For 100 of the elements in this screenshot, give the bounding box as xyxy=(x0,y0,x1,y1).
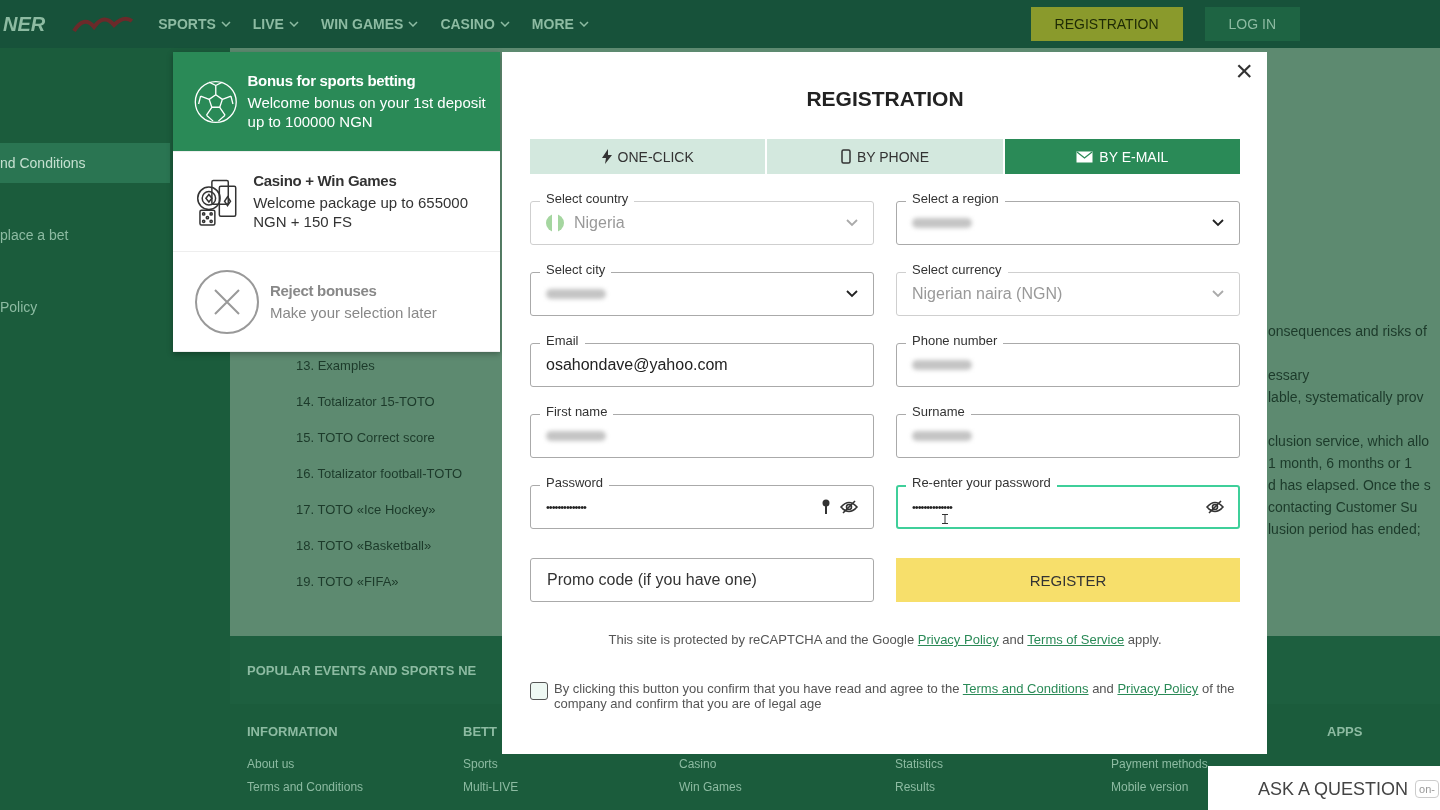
chevron-down-icon xyxy=(288,21,299,27)
chevron-down-icon[interactable] xyxy=(846,290,858,298)
rules-list-item[interactable]: 15. TOTO Correct score xyxy=(296,430,435,445)
field-label: Select city xyxy=(540,262,612,277)
bonus-description: Welcome bonus on your 1st deposit up to 100000 NGN xyxy=(247,93,487,131)
eye-slash-icon[interactable] xyxy=(840,500,858,514)
footer-link[interactable]: Payment methods xyxy=(1111,757,1208,771)
field-label: Select a region xyxy=(906,191,1005,206)
dialog-title: REGISTRATION xyxy=(805,86,965,112)
field-value: osahondave@yahoo.com xyxy=(546,356,728,374)
bonus-description: Make your selection later xyxy=(270,302,437,322)
blurred-value xyxy=(546,431,606,441)
field-value: •••••••••••••• xyxy=(912,501,952,513)
rules-text-line: clusion service, which allo xyxy=(1268,433,1430,449)
form-field[interactable]: Phone number xyxy=(896,333,1240,387)
field-label: Select country xyxy=(540,191,635,206)
rules-text-line: essary xyxy=(1268,367,1310,383)
rules-text-line: lable, systematically prov xyxy=(1268,389,1424,405)
footer-link[interactable]: Win Games xyxy=(679,780,742,794)
blurred-value xyxy=(912,431,972,441)
footer-link[interactable]: Results xyxy=(895,780,935,794)
terms-link[interactable]: Privacy Policy xyxy=(1117,681,1199,696)
chevron-down-icon xyxy=(220,21,231,27)
rules-list-item[interactable]: 19. TOTO «FIFA» xyxy=(296,574,399,589)
blurred-value xyxy=(912,360,972,370)
status-field: on- xyxy=(1415,780,1439,798)
form-field[interactable]: Surname xyxy=(896,404,1240,458)
close-circle-icon xyxy=(194,268,260,335)
field-label: First name xyxy=(540,404,614,419)
rules-text-line: 1 month, 6 months or 1 xyxy=(1268,455,1412,471)
footer-link[interactable]: Casino xyxy=(679,757,717,771)
phone-icon xyxy=(840,149,851,164)
agree-text: By clicking this button you confirm that you have read and agree to the Terms and Conditions and Privacy Policy of the company and confirm that you are of legal age xyxy=(554,681,1236,711)
sidebar-item[interactable]: nd Conditions xyxy=(0,143,170,183)
flag-icon xyxy=(546,214,564,232)
popular-events-heading: POPULAR EVENTS AND SPORTS NE xyxy=(247,662,477,678)
sidebar-item[interactable]: place a bet xyxy=(0,215,170,255)
form-field[interactable]: Password •••••••••••••• xyxy=(530,475,874,529)
registration-button[interactable]: REGISTRATION xyxy=(1030,7,1183,41)
footer-link[interactable]: Mobile version xyxy=(1111,780,1189,794)
blurred-value xyxy=(546,289,606,299)
footer-heading: INFORMATION xyxy=(247,724,338,739)
terms-link[interactable]: Terms and Conditions xyxy=(962,681,1089,696)
register-button[interactable]: REGISTER xyxy=(896,558,1240,602)
bonus-option[interactable]: Casino + Win Games Welcome package up to 655000 NGN + 150 FS xyxy=(173,152,500,252)
field-label: Email xyxy=(540,333,585,348)
blurred-value xyxy=(912,218,972,228)
chevron-down-icon xyxy=(578,21,589,27)
registration-tab[interactable]: BY PHONE xyxy=(767,139,1003,174)
recaptcha-notice: This site is protected by reCAPTCHA and the Google Privacy Policy and Terms of Service apply. xyxy=(607,632,1163,647)
field-label: Re-enter your password xyxy=(906,475,1057,490)
ask-question-label: ASK A QUESTION xyxy=(1258,778,1409,800)
bonus-description: Welcome package up to 655000 NGN + 150 FS xyxy=(253,193,470,231)
nav-item[interactable]: WIN GAMES xyxy=(320,16,419,32)
field-label: Surname xyxy=(906,404,971,419)
form-field[interactable]: Select a region xyxy=(896,191,1240,245)
rules-list-item[interactable]: 17. TOTO «Ice Hockey» xyxy=(296,502,436,517)
rules-list-item[interactable]: 14. Totalizator 15-TOTO xyxy=(296,394,435,409)
sidebar-item[interactable]: Policy xyxy=(0,287,170,327)
form-field[interactable]: Re-enter your password •••••••••••••• xyxy=(896,475,1240,529)
footer-link[interactable]: About us xyxy=(247,757,295,771)
rules-list-item[interactable]: 16. Totalizator football-TOTO xyxy=(296,466,463,481)
policy-link[interactable]: Terms of Service xyxy=(1027,632,1125,647)
field-label: Password xyxy=(540,475,610,490)
rules-text-line: onsequences and risks of xyxy=(1268,323,1427,339)
bonus-option[interactable]: Bonus for sports betting Welcome bonus on your 1st deposit up to 100000 NGN xyxy=(173,52,500,152)
field-label: Phone number xyxy=(906,333,1004,348)
registration-tab[interactable]: BY E-MAIL xyxy=(1004,139,1240,174)
eye-slash-icon[interactable] xyxy=(1206,500,1224,514)
footer-link[interactable]: Multi-LIVE xyxy=(463,780,519,794)
bonus-title: Reject bonuses xyxy=(270,281,378,299)
policy-link[interactable]: Privacy Policy xyxy=(917,632,999,647)
footer-link[interactable]: Sports xyxy=(463,757,498,771)
nav-item[interactable]: MORE xyxy=(531,16,589,32)
close-button[interactable]: × xyxy=(1231,56,1257,86)
registration-tab[interactable]: ONE-CLICK xyxy=(530,139,766,174)
rules-list-item[interactable]: 18. TOTO «Basketball» xyxy=(296,538,432,553)
footer-heading: BETT xyxy=(463,724,497,739)
text-cursor-icon xyxy=(942,514,948,524)
chevron-down-icon[interactable] xyxy=(1212,219,1224,227)
footer-heading: APPS xyxy=(1327,724,1363,739)
rules-list-item[interactable]: 13. Examples xyxy=(296,358,375,373)
form-field[interactable]: Email osahondave@yahoo.com xyxy=(530,333,874,387)
agree-checkbox[interactable] xyxy=(530,682,548,700)
nav-item[interactable]: CASINO xyxy=(440,16,510,32)
ask-question-widget[interactable]: ASK A QUESTION on- xyxy=(1208,766,1440,810)
rules-text-line: d has elapsed. Once the s xyxy=(1268,477,1431,493)
footer-link[interactable]: Terms and Conditions xyxy=(247,780,364,794)
chevron-down-icon xyxy=(499,21,510,27)
login-button[interactable]: LOG IN xyxy=(1204,7,1300,41)
form-field[interactable]: Select city xyxy=(530,262,874,316)
form-field[interactable]: First name xyxy=(530,404,874,458)
nav-item[interactable]: SPORTS xyxy=(158,16,231,32)
promo-code-field[interactable]: Promo code (if you have one) xyxy=(530,558,874,602)
rules-text-line: lusion period has ended; xyxy=(1268,521,1421,537)
nav-item[interactable]: LIVE xyxy=(252,16,299,32)
bonus-option[interactable]: Reject bonuses Make your selection later xyxy=(173,252,500,352)
footer-link[interactable]: Statistics xyxy=(895,757,943,771)
bonus-title: Casino + Win Games xyxy=(253,172,398,189)
rules-text-line: contacting Customer Su xyxy=(1268,499,1418,515)
